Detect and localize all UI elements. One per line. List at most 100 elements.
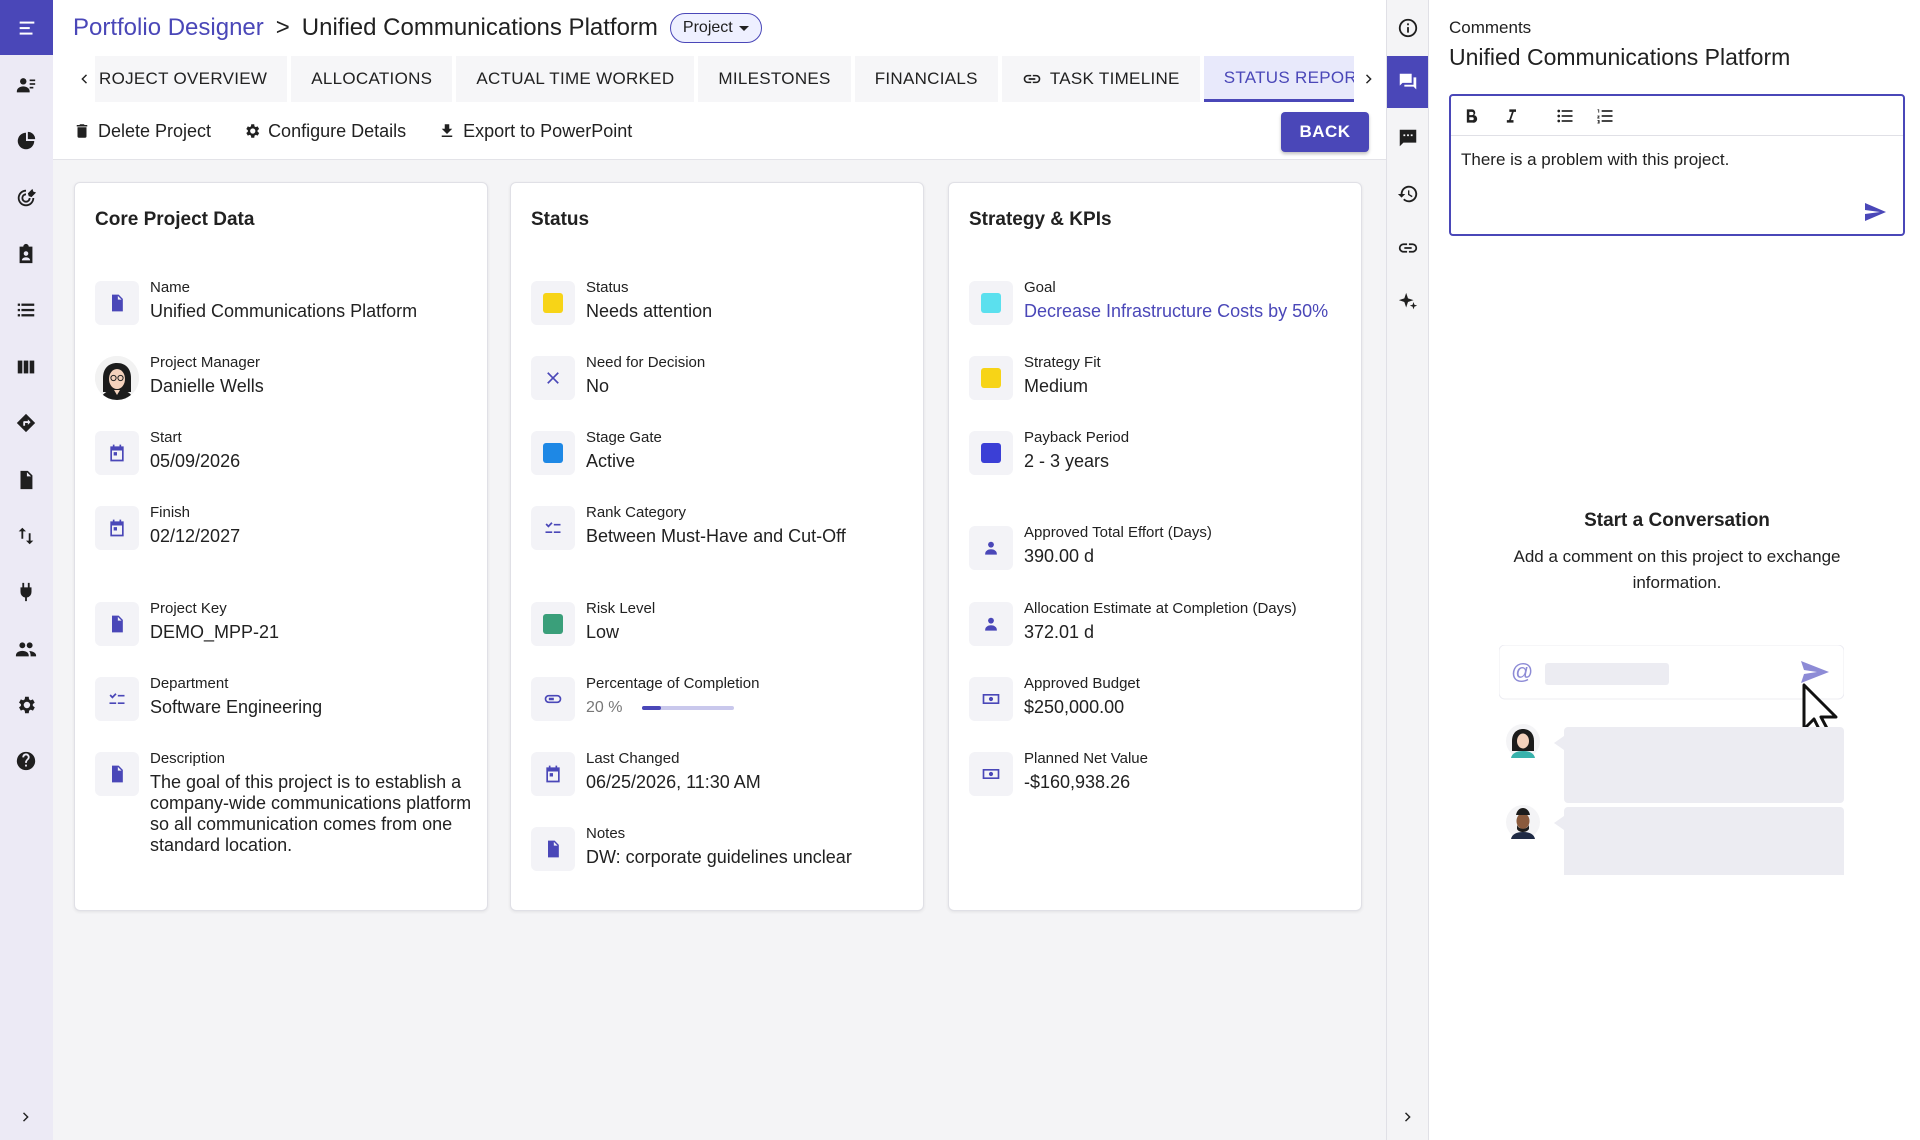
progress-value: 20 % — [586, 699, 623, 716]
calendar-icon — [95, 506, 139, 550]
tab-milestones[interactable]: MILESTONES — [698, 56, 851, 102]
comment-editor[interactable]: There is a problem with this project. — [1449, 94, 1905, 236]
link-icon[interactable] — [1387, 222, 1429, 274]
resource-icon[interactable] — [13, 72, 39, 98]
money-icon — [969, 677, 1013, 721]
tab-status-report[interactable]: STATUS REPOR — [1203, 56, 1354, 102]
calendar-icon — [95, 431, 139, 475]
field-label: Planned Net Value — [1024, 750, 1148, 767]
send-icon[interactable] — [1863, 200, 1887, 224]
delete-project-button[interactable]: Delete Project — [73, 121, 211, 142]
tab-actual-time-worked[interactable]: ACTUAL TIME WORKED — [456, 56, 695, 102]
tab-label: ACTUAL TIME WORKED — [476, 69, 675, 88]
toolbar: Delete Project Configure Details Export … — [73, 112, 632, 150]
field-label: Department — [150, 675, 229, 692]
tab-bar: ROJECT OVERVIEW ALLOCATIONS ACTUAL TIME … — [73, 56, 1386, 102]
money-icon — [969, 752, 1013, 796]
payback-swatch-icon — [969, 431, 1013, 475]
breadcrumb-separator: > — [275, 14, 290, 41]
field-value: No — [586, 376, 610, 396]
field-label: Stage Gate — [586, 429, 662, 446]
type-chip[interactable]: Project — [669, 13, 762, 43]
field-value: 06/25/2026, 11:30 AM — [586, 772, 761, 792]
field-label: Goal — [1024, 279, 1056, 296]
tab-allocations[interactable]: ALLOCATIONS — [291, 56, 453, 102]
field-label: Project Key — [150, 600, 227, 617]
help-icon[interactable] — [13, 748, 39, 774]
sparkle-icon[interactable] — [1387, 276, 1429, 328]
field-value: Software Engineering — [150, 697, 323, 717]
card-title: Strategy & KPIs — [969, 209, 1112, 230]
bold-icon[interactable] — [1461, 106, 1481, 126]
numbered-list-icon[interactable] — [1595, 106, 1615, 126]
field-label: Risk Level — [586, 600, 656, 617]
field-value: Low — [586, 622, 620, 642]
assignment-icon[interactable] — [13, 241, 39, 267]
field-value: Medium — [1024, 376, 1089, 396]
field-label: Percentage of Completion — [586, 675, 760, 692]
target-icon[interactable] — [13, 185, 39, 211]
field-label: Approved Budget — [1024, 675, 1140, 692]
field-value: 2 - 3 years — [1024, 451, 1110, 471]
history-icon[interactable] — [1387, 168, 1429, 220]
board-icon[interactable] — [13, 354, 39, 380]
goal-link[interactable]: Decrease Infrastructure Costs by 50% — [1024, 301, 1328, 322]
document-icon[interactable] — [13, 467, 39, 493]
list-icon[interactable] — [13, 297, 39, 323]
empty-state-title: Start a Conversation — [1584, 510, 1770, 531]
field-label: Finish — [150, 504, 191, 521]
strategy-kpis-card: Strategy & KPIs Goal Decrease Infrastruc… — [948, 182, 1362, 911]
comments-icon[interactable] — [1387, 56, 1429, 108]
tab-scroll-left-icon[interactable] — [73, 56, 95, 102]
field-value: 02/12/2027 — [150, 526, 241, 546]
page-header: Portfolio Designer > Unified Communicati… — [53, 0, 1386, 160]
document-icon — [95, 281, 139, 325]
type-chip-label: Project — [682, 19, 733, 36]
feedback-icon[interactable] — [1387, 112, 1429, 164]
back-button[interactable]: BACK — [1281, 112, 1369, 152]
trash-icon — [76, 124, 88, 138]
tab-project-overview[interactable]: ROJECT OVERVIEW — [95, 56, 288, 102]
export-powerpoint-button[interactable]: Export to PowerPoint — [438, 121, 632, 142]
chevron-down-icon — [738, 25, 749, 31]
field-label: Description — [150, 750, 226, 767]
fit-swatch-icon — [969, 356, 1013, 400]
settings-icon[interactable] — [13, 692, 39, 718]
tab-financials[interactable]: FINANCIALS — [854, 56, 998, 102]
expand-panel-icon[interactable] — [1398, 1107, 1418, 1127]
avatar — [95, 356, 139, 400]
plugin-icon[interactable] — [13, 579, 39, 605]
bullet-list-icon[interactable] — [1555, 106, 1575, 126]
people-icon[interactable] — [13, 636, 39, 662]
tab-label: ALLOCATIONS — [311, 69, 433, 88]
portfolio-icon[interactable] — [13, 128, 39, 154]
link-icon — [1023, 74, 1041, 84]
card-title: Core Project Data — [95, 209, 255, 230]
menu-icon[interactable] — [0, 0, 53, 55]
tab-scroll-right-icon[interactable] — [1358, 56, 1380, 102]
roadmap-icon[interactable] — [13, 410, 39, 436]
field-value: $250,000.00 — [1024, 697, 1125, 717]
conversation-illustration: @ — [1499, 645, 1844, 875]
field-label: Notes — [586, 825, 626, 842]
person-icon — [969, 526, 1013, 570]
tab-label: STATUS REPOR — [1223, 67, 1354, 87]
breadcrumb-root-link[interactable]: Portfolio Designer — [73, 14, 264, 42]
comments-panel: Comments Unified Communications Platform… — [1428, 0, 1920, 1140]
configure-details-button[interactable]: Configure Details — [243, 121, 406, 142]
core-project-data-card: Core Project Data Name Unified Communica… — [74, 182, 488, 911]
field-value: DW: corporate guidelines unclear — [586, 847, 852, 867]
info-icon[interactable] — [1387, 2, 1429, 54]
empty-state-description: Add a comment on this project to exchang… — [1513, 547, 1841, 592]
field-label: Need for Decision — [586, 354, 706, 371]
tab-label: MILESTONES — [718, 69, 831, 88]
progress-row: 20 % — [586, 699, 735, 717]
configure-details-label: Configure Details — [268, 120, 407, 141]
italic-icon[interactable] — [1501, 106, 1521, 126]
field-label: Rank Category — [586, 504, 687, 521]
field-value: 05/09/2026 — [150, 451, 241, 471]
expand-nav-icon[interactable] — [16, 1107, 36, 1127]
tab-task-timeline[interactable]: TASK TIMELINE — [1001, 56, 1200, 102]
field-label: Project Manager — [150, 354, 261, 371]
swap-icon[interactable] — [13, 523, 39, 549]
